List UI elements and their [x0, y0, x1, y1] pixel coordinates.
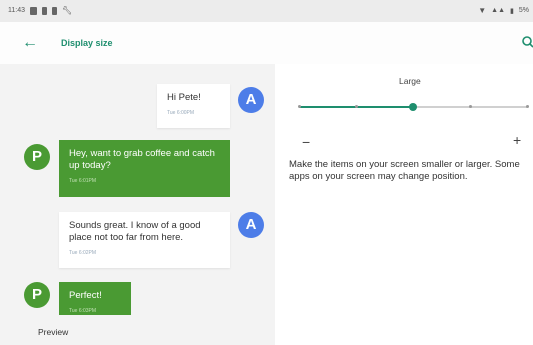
preview-label: Preview — [38, 327, 69, 337]
page-title: Display size — [61, 38, 113, 48]
back-arrow-icon[interactable]: ← — [22, 35, 38, 51]
size-description: Make the items on your screen smaller or… — [289, 159, 520, 182]
search-icon[interactable] — [519, 34, 533, 50]
avatar: A — [238, 87, 264, 113]
status-time: 11:43 — [8, 7, 25, 14]
message-bubble: Perfect! Tue 6:03PM — [59, 282, 131, 315]
message-text: Sounds great. I know of a good place not… — [69, 220, 201, 243]
notification-icon — [30, 6, 37, 15]
message-time: Tue 6:03PM — [69, 308, 97, 314]
slider-thumb[interactable] — [409, 103, 417, 111]
notification-icon — [42, 6, 47, 15]
slider-tick — [354, 105, 358, 108]
status-bar: 11:43 🔧︎ ▼ ▲▲ ▮ 5% — [0, 0, 533, 22]
avatar: A — [238, 212, 264, 238]
decrease-size-button[interactable]: − — [302, 134, 310, 150]
avatar: P — [24, 282, 50, 308]
preview-pane: Hi Pete! Tue 6:00PM A P Hey, want to gra… — [0, 64, 275, 345]
message-text: Hey, want to grab coffee and catch up to… — [69, 148, 215, 171]
message-bubble: Sounds great. I know of a good place not… — [59, 212, 230, 268]
notification-icon — [52, 6, 57, 15]
signal-icon: ▲▲ — [491, 7, 506, 14]
status-left: 11:43 🔧︎ — [8, 6, 72, 15]
wifi-icon: ▼ — [478, 6, 487, 15]
slider-tick — [525, 105, 529, 108]
message-time: Tue 6:02PM — [69, 250, 97, 256]
status-right: ▼ ▲▲ ▮ 5% — [478, 6, 529, 15]
message-text: Hi Pete! — [167, 92, 201, 103]
app-bar: ← Display size — [0, 22, 533, 64]
message-time: Tue 6:00PM — [167, 110, 195, 116]
battery-icon: ▮ — [510, 7, 514, 15]
battery-percent: 5% — [518, 7, 529, 14]
size-label: Large — [399, 76, 421, 86]
message-bubble: Hey, want to grab coffee and catch up to… — [59, 140, 230, 197]
wrench-icon: 🔧︎ — [62, 6, 73, 15]
message-text: Perfect! — [69, 290, 102, 301]
message-time: Tue 6:01PM — [69, 178, 97, 184]
display-size-slider[interactable] — [297, 102, 529, 112]
slider-tick — [297, 105, 301, 108]
avatar: P — [24, 144, 50, 170]
increase-size-button[interactable]: + — [513, 132, 521, 148]
settings-pane: Large − + Make the items on your screen … — [275, 64, 533, 345]
slider-tick — [468, 105, 472, 108]
message-bubble: Hi Pete! Tue 6:00PM — [157, 84, 230, 128]
